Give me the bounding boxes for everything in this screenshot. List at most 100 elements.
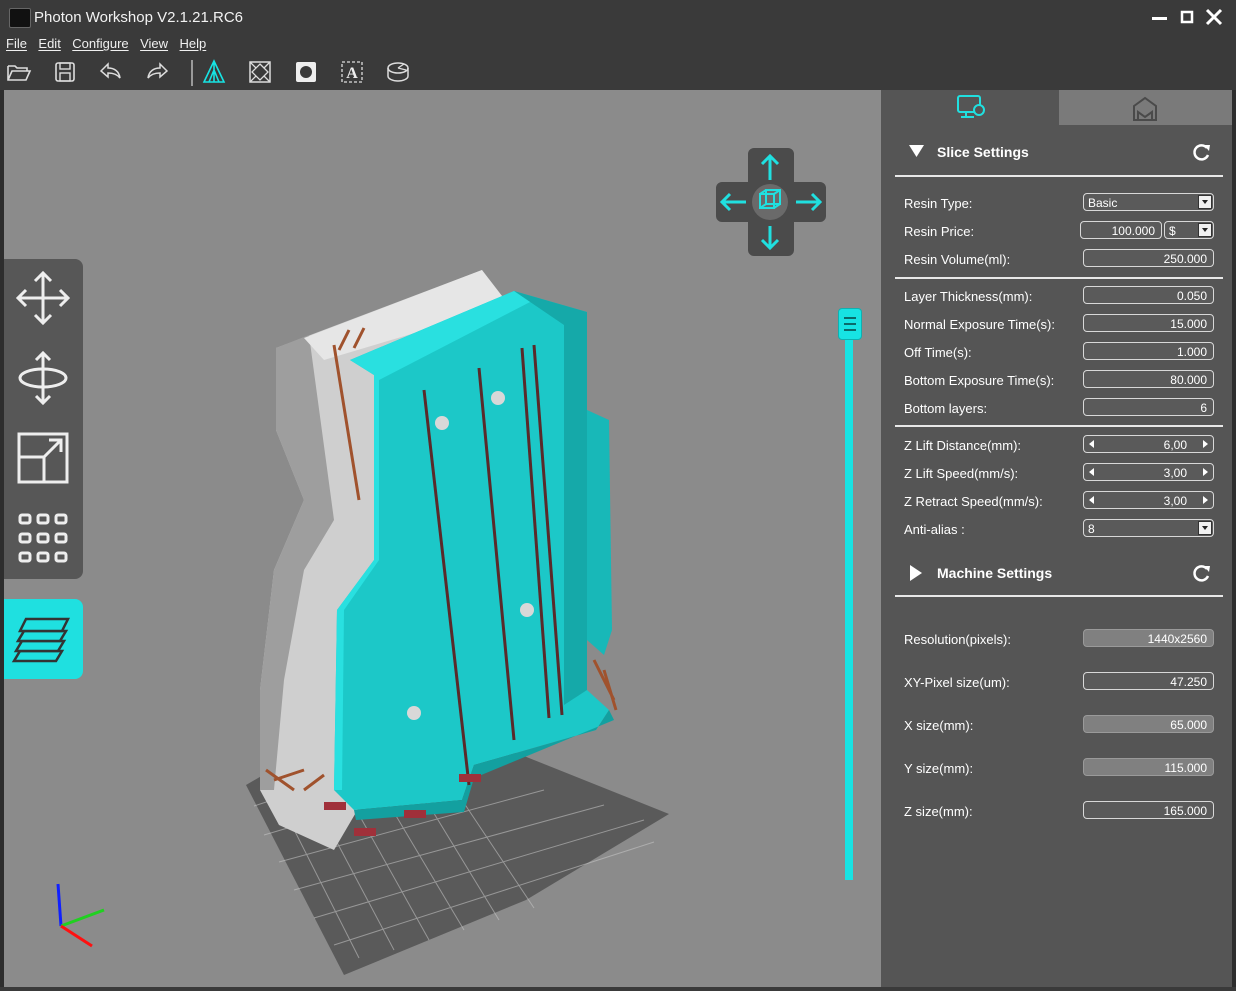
xy-pixel-input[interactable]: 47.250 [1083,672,1214,690]
decrement-arrow-icon[interactable] [1089,468,1094,476]
chevron-down-icon [1198,195,1212,209]
view-cube-icon[interactable] [752,184,788,220]
y-size-label: Y size(mm): [904,761,974,776]
z-retract-speed-spinbox[interactable]: 3,00 [1083,491,1214,509]
slice-settings-title: Slice Settings [937,144,1029,160]
arrange-tool-button[interactable] [14,509,72,567]
move-icon [15,270,71,326]
anti-alias-label: Anti-alias : [904,522,965,537]
reset-icon[interactable] [1192,563,1212,583]
bottom-exposure-label: Bottom Exposure Time(s): [904,373,1055,388]
bottom-layers-label: Bottom layers: [904,401,988,416]
text-icon: A [341,61,363,83]
resin-price-input[interactable]: 100.000 [1080,221,1162,239]
divider [895,277,1223,279]
menu-configure[interactable]: Configure [72,34,128,54]
minimize-icon [1152,17,1167,20]
divider [895,425,1223,427]
open-button[interactable] [5,58,33,86]
tab-model-settings[interactable] [1059,90,1232,125]
undo-icon [99,62,121,79]
anti-alias-select[interactable]: 8 [1083,519,1214,537]
z-retract-speed-value: 3,00 [1163,494,1187,508]
reset-icon[interactable] [1192,142,1212,162]
currency-select[interactable]: $ [1164,221,1214,239]
arrange-grid-icon [18,513,68,563]
supports-icon [202,59,226,83]
normal-exposure-input[interactable]: 15.000 [1083,314,1214,332]
increment-arrow-icon[interactable] [1203,468,1208,476]
scale-tool-button[interactable] [14,429,72,487]
z-lift-distance-label: Z Lift Distance(mm): [904,438,1022,453]
slice-button[interactable] [384,58,412,86]
off-time-label: Off Time(s): [904,345,972,360]
resin-type-select[interactable]: Basic [1083,193,1214,211]
decrement-arrow-icon[interactable] [1089,440,1094,448]
increment-arrow-icon[interactable] [1203,496,1208,504]
monitor-gear-icon [957,95,985,118]
punch-hole-icon [296,62,316,82]
slice-settings-header[interactable]: Slice Settings [895,132,1223,172]
text-button[interactable]: A [338,58,366,86]
z-size-input[interactable]: 165.000 [1083,801,1214,819]
hollow-icon [249,61,271,83]
layers-icon [11,617,71,663]
resin-volume-input[interactable]: 250.000 [1083,249,1214,267]
punch-hole-button[interactable] [292,58,320,86]
layer-slider-track[interactable] [845,320,853,880]
decrement-arrow-icon[interactable] [1089,496,1094,504]
save-button[interactable] [51,58,79,86]
window-title: Photon Workshop V2.1.21.RC6 [34,9,244,26]
supports-button[interactable] [200,58,228,86]
app-icon [9,8,31,28]
layers-button[interactable] [4,599,83,679]
rotate-tool-button[interactable] [14,349,72,407]
normal-exposure-label: Normal Exposure Time(s): [904,317,1055,332]
z-lift-speed-spinbox[interactable]: 3,00 [1083,463,1214,481]
z-lift-distance-value: 6,00 [1163,438,1187,452]
left-tool-panel [4,259,83,579]
layer-slider-handle[interactable] [838,308,862,340]
settings-panel: Slice Settings Resin Type: Basic Resin P… [881,90,1232,987]
menu-bar: File Edit Configure View Help [0,34,1236,54]
expand-triangle-icon [910,565,922,581]
bottom-layers-input[interactable]: 6 [1083,398,1214,416]
z-lift-distance-spinbox[interactable]: 6,00 [1083,435,1214,453]
redo-button[interactable] [143,58,171,86]
menu-help[interactable]: Help [180,34,207,54]
increment-arrow-icon[interactable] [1203,440,1208,448]
chevron-down-icon [1198,521,1212,535]
z-size-label: Z size(mm): [904,804,973,819]
redo-icon [147,62,169,79]
window-border [0,987,1236,991]
resin-type-value: Basic [1088,196,1118,210]
minimize-button[interactable] [1148,5,1172,29]
currency-value: $ [1169,224,1176,238]
off-time-input[interactable]: 1.000 [1083,342,1214,360]
tab-slice-settings[interactable] [881,90,1059,125]
axis-gizmo [56,883,105,948]
collapse-triangle-icon [909,145,924,157]
menu-file[interactable]: File [6,34,27,54]
x-size-label: X size(mm): [904,718,974,733]
y-size-field: 115.000 [1083,758,1214,776]
layer-thickness-input[interactable]: 0.050 [1083,286,1214,304]
menu-edit[interactable]: Edit [38,34,60,54]
undo-button[interactable] [97,58,125,86]
anti-alias-value: 8 [1088,522,1095,536]
save-icon [55,62,75,82]
chevron-down-icon [1198,223,1212,237]
svg-text:A: A [346,65,358,82]
menu-view[interactable]: View [140,34,168,54]
machine-settings-header[interactable]: Machine Settings [895,553,1223,593]
z-lift-speed-label: Z Lift Speed(mm/s): [904,466,1019,481]
resin-type-label: Resin Type: [904,196,973,211]
close-button[interactable] [1202,5,1226,29]
close-icon [1205,8,1223,26]
resolution-field: 1440x2560 [1083,629,1214,647]
move-tool-button[interactable] [14,269,72,327]
bottom-exposure-input[interactable]: 80.000 [1083,370,1214,388]
title-bar: Photon Workshop V2.1.21.RC6 [0,0,1236,34]
hollow-button[interactable] [246,58,274,86]
maximize-button[interactable] [1175,5,1199,29]
